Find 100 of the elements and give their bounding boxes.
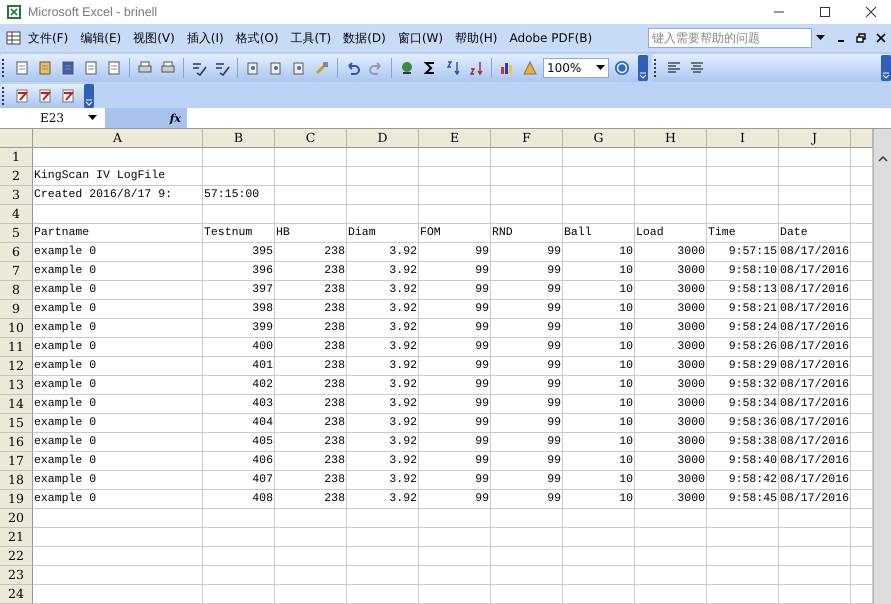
table-cell[interactable]: Testnum [203,224,275,243]
table-cell[interactable] [203,205,275,224]
row-header[interactable]: 10 [0,319,33,338]
table-cell[interactable] [491,585,563,604]
table-cell[interactable]: 3.92 [347,376,419,395]
table-cell[interactable]: Diam [347,224,419,243]
menu-item[interactable]: 数据(D) [337,30,392,46]
table-cell[interactable]: FOM [419,224,491,243]
insert-function-label[interactable]: fx [170,112,181,124]
table-cell[interactable]: 238 [275,452,347,471]
table-cell[interactable] [347,167,419,186]
table-cell[interactable] [779,509,851,528]
table-cell[interactable]: 99 [419,243,491,262]
table-cell[interactable]: 3000 [635,490,707,509]
dropdown-arrow-icon[interactable] [596,65,605,71]
table-cell[interactable] [33,509,203,528]
table-cell[interactable]: 9:58:21 [707,300,779,319]
table-cell[interactable] [347,148,419,167]
help-search-field[interactable]: 键入需要帮助的问题 [648,28,812,48]
table-cell[interactable] [419,528,491,547]
table-cell[interactable]: 396 [203,262,275,281]
table-cell[interactable] [635,167,707,186]
table-cell[interactable]: 3.92 [347,414,419,433]
table-cell[interactable]: example 0 [33,262,203,281]
table-cell[interactable]: 08/17/2016 [779,471,851,490]
row-header[interactable]: 6 [0,243,33,262]
table-cell[interactable] [779,167,851,186]
table-cell[interactable] [563,566,635,585]
table-cell[interactable] [203,528,275,547]
row-header[interactable]: 22 [0,547,33,566]
table-cell[interactable] [33,547,203,566]
table-cell[interactable]: 3.92 [347,357,419,376]
table-cell[interactable] [347,186,419,205]
table-cell[interactable]: HB [275,224,347,243]
table-cell[interactable]: 9:58:26 [707,338,779,357]
column-header[interactable]: F [491,129,563,148]
table-cell[interactable]: 238 [275,395,347,414]
table-cell[interactable]: Partname [33,224,203,243]
table-cell[interactable] [563,205,635,224]
row-header[interactable]: 12 [0,357,33,376]
row-header[interactable]: 17 [0,452,33,471]
table-cell[interactable]: 99 [419,338,491,357]
table-cell[interactable] [563,186,635,205]
table-cell[interactable]: 238 [275,338,347,357]
table-cell[interactable]: 08/17/2016 [779,300,851,319]
table-cell[interactable]: Load [635,224,707,243]
table-cell[interactable]: 238 [275,376,347,395]
table-cell[interactable]: 406 [203,452,275,471]
table-cell[interactable] [419,547,491,566]
table-cell[interactable] [275,547,347,566]
table-cell[interactable] [491,167,563,186]
table-cell[interactable] [203,566,275,585]
table-cell[interactable]: 238 [275,319,347,338]
table-cell[interactable]: 08/17/2016 [779,490,851,509]
table-cell[interactable]: 10 [563,319,635,338]
table-cell[interactable]: 3000 [635,338,707,357]
table-cell[interactable]: example 0 [33,395,203,414]
table-cell[interactable] [707,547,779,566]
table-cell[interactable]: 10 [563,338,635,357]
restore-icon[interactable] [856,33,866,43]
table-cell[interactable]: 9:58:38 [707,433,779,452]
menu-item[interactable]: 编辑(E) [74,30,128,46]
column-header[interactable]: D [347,129,419,148]
row-header[interactable]: 5 [0,224,33,243]
table-cell[interactable]: 238 [275,262,347,281]
row-header[interactable]: 4 [0,205,33,224]
table-cell[interactable]: 99 [491,471,563,490]
table-cell[interactable]: 238 [275,357,347,376]
table-cell[interactable] [419,167,491,186]
table-cell[interactable]: example 0 [33,300,203,319]
column-header[interactable]: J [779,129,851,148]
select-all-corner[interactable] [0,129,33,148]
row-header[interactable]: 3 [0,186,33,205]
table-cell[interactable]: 9:58:10 [707,262,779,281]
table-cell[interactable] [563,585,635,604]
table-cell[interactable] [275,167,347,186]
menu-item[interactable]: 插入(I) [180,30,230,46]
table-cell[interactable]: 403 [203,395,275,414]
table-cell[interactable]: 3.92 [347,433,419,452]
table-cell[interactable]: 99 [419,414,491,433]
table-cell[interactable]: 99 [491,243,563,262]
table-cell[interactable] [33,205,203,224]
table-cell[interactable]: 402 [203,376,275,395]
table-cell[interactable]: 399 [203,319,275,338]
table-cell[interactable]: 3000 [635,452,707,471]
table-cell[interactable]: 3.92 [347,262,419,281]
table-cell[interactable]: 395 [203,243,275,262]
table-cell[interactable]: 99 [491,262,563,281]
menu-item[interactable]: 工具(T) [284,30,338,46]
table-cell[interactable]: 99 [419,490,491,509]
table-cell[interactable]: 3.92 [347,243,419,262]
row-header[interactable]: 21 [0,528,33,547]
format-painter-icon[interactable] [314,60,330,76]
table-cell[interactable]: 3.92 [347,490,419,509]
table-cell[interactable] [491,186,563,205]
table-cell[interactable]: 9:58:29 [707,357,779,376]
table-cell[interactable] [491,205,563,224]
table-cell[interactable]: 99 [491,281,563,300]
table-cell[interactable] [203,167,275,186]
table-cell[interactable]: 405 [203,433,275,452]
